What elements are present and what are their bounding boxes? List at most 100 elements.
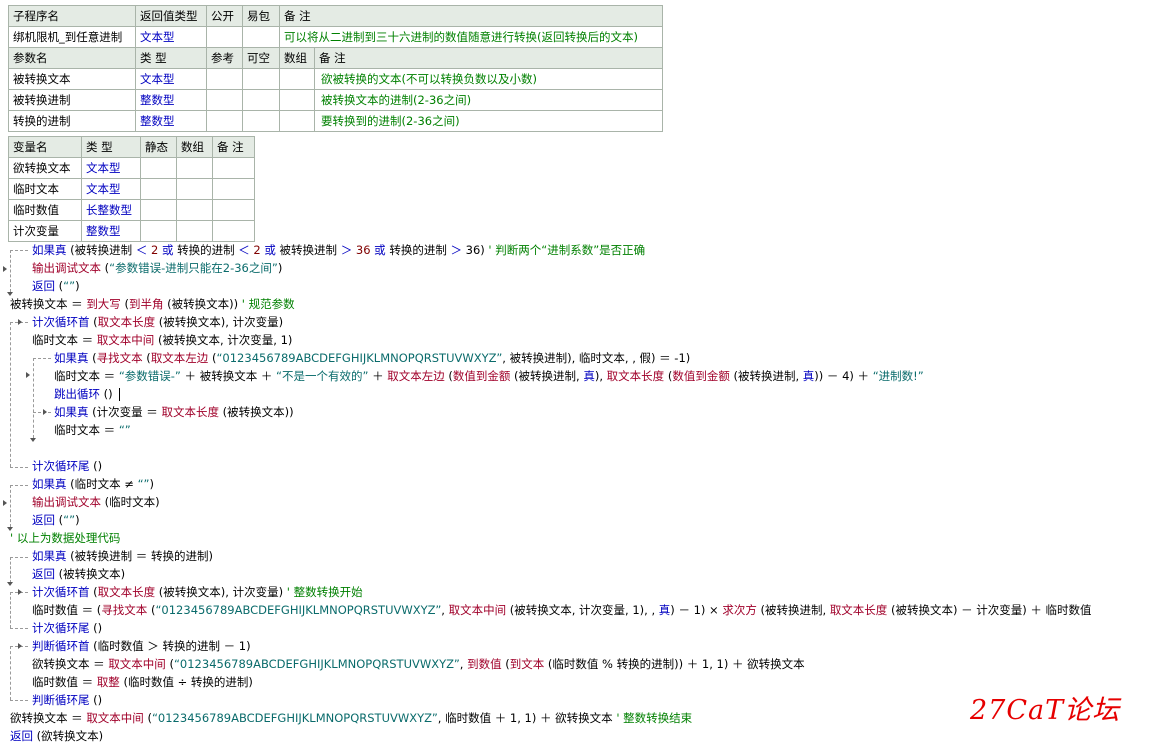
param-array[interactable]	[281, 90, 315, 110]
code-line-if-last-char[interactable]: 如果真 (计次变量 ＝ 取文本长度 (被转换文本))	[54, 403, 294, 421]
public-cell[interactable]	[206, 26, 243, 48]
code-line-if-check-radix[interactable]: 如果真 (被转换进制 ＜ 2 或 转换的进制 ＜ 2 或 被转换进制 ＞ 36 …	[32, 241, 645, 259]
code-line-final-digit[interactable]: 欲转换文本 ＝ 取文本中间 (“0123456789ABCDEFGHIJKLMN…	[10, 709, 692, 727]
variable-name[interactable]: 临时文本	[8, 178, 82, 200]
code-line-normalize[interactable]: 被转换文本 ＝ 到大写 (到半角 (被转换文本)) ' 规范参数	[10, 295, 295, 313]
param-nullable[interactable]	[242, 110, 280, 132]
code-line-if-same-radix[interactable]: 如果真 (被转换进制 ＝ 转换的进制)	[32, 547, 213, 565]
return-type[interactable]: 文本型	[135, 26, 207, 48]
subroutine-remark[interactable]: 可以将从二进制到三十六进制的数值随意进行转换(返回转换后的文本)	[279, 26, 663, 48]
variable-type[interactable]: 文本型	[81, 157, 141, 179]
variable-static[interactable]	[140, 220, 177, 242]
code-line-if-temp-not-empty[interactable]: 如果真 (临时文本 ≠ “”)	[32, 475, 154, 493]
variable-remark[interactable]	[212, 178, 255, 200]
variable-type[interactable]: 文本型	[81, 178, 141, 200]
code-line-debug-output-temp[interactable]: 输出调试文本 (临时文本)	[32, 493, 160, 511]
param-remark-cell[interactable]: 欲被转换的文本(不可以转换负数以及小数)	[279, 68, 663, 90]
variable-name[interactable]: 欲转换文本	[8, 157, 82, 179]
code-line-return-result[interactable]: 返回 (欲转换文本)	[10, 727, 103, 745]
variable-array[interactable]	[176, 157, 213, 179]
param-remark-cell[interactable]: 要转换到的进制(2-36之间)	[279, 110, 663, 132]
variable-row[interactable]: 欲转换文本 文本型	[8, 157, 255, 179]
variable-row[interactable]: 临时文本 文本型	[8, 178, 255, 200]
operator: ＜	[135, 243, 148, 257]
code-text: (被转换文本), 计次变量)	[155, 585, 287, 599]
param-nullable[interactable]	[242, 68, 280, 90]
code-line-return-empty[interactable]: 返回 (“”)	[32, 511, 80, 529]
subroutine-row[interactable]: 绑机限机_到任意进制 文本型 可以将从二进制到三十六进制的数值随意进行转换(返回…	[8, 26, 663, 48]
code-line-counted-loop-end[interactable]: 计次循环尾 ()	[32, 457, 102, 475]
param-name[interactable]: 转换的进制	[8, 110, 136, 132]
code-line-temp-text-assign[interactable]: 临时文本 ＝ 取文本中间 (被转换文本, 计次变量, 1)	[32, 331, 292, 349]
param-type[interactable]: 整数型	[135, 89, 207, 111]
keyword-while-loop: 判断循环首	[32, 639, 90, 653]
code-line-clear-temp-text[interactable]: 临时文本 ＝ “”	[54, 421, 131, 439]
code-line-return-input[interactable]: 返回 (被转换文本)	[32, 565, 125, 583]
param-type[interactable]: 整数型	[135, 110, 207, 132]
param-row[interactable]: 转换的进制 整数型 要转换到的进制(2-36之间)	[8, 110, 663, 132]
easy-pack-cell[interactable]	[242, 26, 280, 48]
variable-type[interactable]: 长整数型	[81, 199, 141, 221]
param-array[interactable]	[281, 111, 315, 131]
variable-static[interactable]	[140, 178, 177, 200]
param-ref[interactable]	[206, 89, 243, 111]
code-line-counted-loop-start[interactable]: 计次循环首 (取文本长度 (被转换文本), 计次变量)	[32, 313, 283, 331]
variable-remark[interactable]	[212, 199, 255, 221]
variable-name[interactable]: 临时数值	[8, 199, 82, 221]
code-line-while-loop-end[interactable]: 判断循环尾 ()	[32, 691, 102, 709]
variable-static[interactable]	[140, 199, 177, 221]
variable-row[interactable]: 计次变量 整数型	[8, 220, 255, 242]
code-line-accumulate-value[interactable]: 临时数值 ＝ (寻找文本 (“0123456789ABCDEFGHIJKLMNO…	[32, 601, 1092, 619]
function-mid-text: 取文本中间	[108, 657, 166, 671]
param-ref[interactable]	[206, 68, 243, 90]
param-remark[interactable]: 欲被转换的文本(不可以转换负数以及小数)	[315, 72, 537, 86]
number: 2	[147, 243, 162, 257]
flow-line	[10, 250, 28, 251]
code-line-error-message[interactable]: 临时文本 ＝ “参数错误-” ＋ 被转换文本 ＋ “不是一个有效的” ＋ 取文本…	[54, 367, 924, 385]
function-to-number: 到数值	[467, 657, 502, 671]
variable-type[interactable]: 整数型	[81, 220, 141, 242]
flow-line	[10, 485, 11, 527]
variable-name[interactable]: 计次变量	[8, 220, 82, 242]
variable-remark[interactable]	[212, 220, 255, 242]
code-text: )	[75, 513, 80, 527]
variable-array[interactable]	[176, 220, 213, 242]
operator-or: 或	[374, 243, 386, 257]
param-ref[interactable]	[206, 110, 243, 132]
param-nullable[interactable]	[242, 89, 280, 111]
param-header-split: 数组备 注	[279, 47, 663, 69]
code-text: (被转换文本))	[218, 405, 294, 419]
param-remark-cell[interactable]: 被转换文本的进制(2-36之间)	[279, 89, 663, 111]
variable-array[interactable]	[176, 199, 213, 221]
flow-arrow-down-icon	[30, 438, 36, 442]
param-remark[interactable]: 被转换文本的进制(2-36之间)	[315, 93, 471, 107]
code-text: 临时文本 ＝	[54, 423, 119, 437]
code-line-counted-loop-end-2[interactable]: 计次循环尾 ()	[32, 619, 102, 637]
code-line-build-result[interactable]: 欲转换文本 ＝ 取文本中间 (“0123456789ABCDEFGHIJKLMN…	[32, 655, 805, 673]
string-literal: “”	[63, 513, 76, 527]
param-type[interactable]: 文本型	[135, 68, 207, 90]
code-line-while-loop-start[interactable]: 判断循环首 (临时数值 ＞ 转换的进制 － 1)	[32, 637, 251, 655]
code-line-return[interactable]: 返回 (“”)	[32, 277, 80, 295]
code-comment: ' 以上为数据处理代码	[10, 531, 121, 545]
code-line-break-loop[interactable]: 跳出循环 ()	[54, 385, 113, 403]
code-line-if-find-text[interactable]: 如果真 (寻找文本 (取文本左边 (“0123456789ABCDEFGHIJK…	[54, 349, 690, 367]
code-text: (	[120, 297, 129, 311]
param-row[interactable]: 被转换文本 文本型 欲被转换的文本(不可以转换负数以及小数)	[8, 68, 663, 90]
variable-row[interactable]: 临时数值 长整数型	[8, 199, 255, 221]
param-name[interactable]: 被转换进制	[8, 89, 136, 111]
subroutine-name[interactable]: 绑机限机_到任意进制	[8, 26, 136, 48]
param-row[interactable]: 被转换进制 整数型 被转换文本的进制(2-36之间)	[8, 89, 663, 111]
param-name[interactable]: 被转换文本	[8, 68, 136, 90]
variable-static[interactable]	[140, 157, 177, 179]
code-text: 欲转换文本 ＝	[32, 657, 109, 671]
code-line-counted-loop-start-2[interactable]: 计次循环首 (取文本长度 (被转换文本), 计次变量) ' 整数转换开始	[32, 583, 363, 601]
param-remark[interactable]: 要转换到的进制(2-36之间)	[315, 114, 460, 128]
variable-array[interactable]	[176, 178, 213, 200]
variable-remark[interactable]	[212, 157, 255, 179]
param-array[interactable]	[281, 69, 315, 89]
code-line-comment-data-processing[interactable]: ' 以上为数据处理代码	[10, 529, 120, 547]
code-line-debug-output[interactable]: 输出调试文本 (“参数错误-进制只能在2-36之间”)	[32, 259, 282, 277]
keyword-return: 返回	[10, 729, 33, 743]
code-line-integer-divide[interactable]: 临时数值 ＝ 取整 (临时数值 ÷ 转换的进制)	[32, 673, 253, 691]
